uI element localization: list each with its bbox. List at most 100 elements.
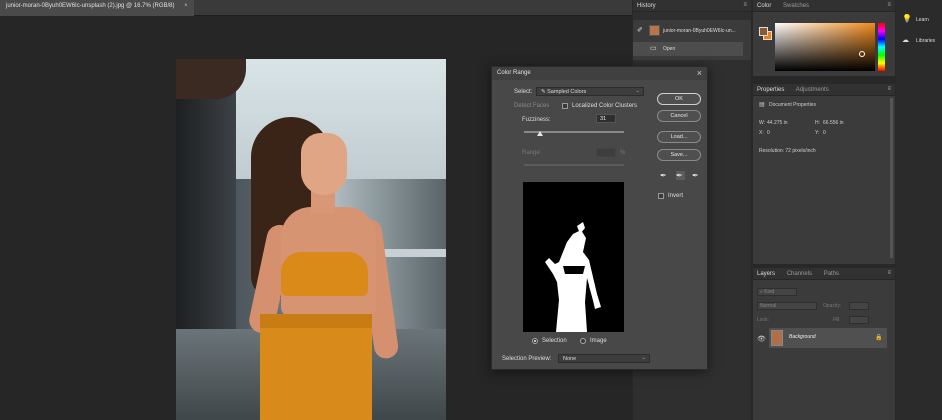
history-list: ✐ junior-moran-0Byuh0EW6Ic-un... ▭ Open (633, 20, 751, 60)
tab-adjustments[interactable]: Adjustments (796, 87, 829, 93)
photo-orange-top (281, 252, 368, 296)
height-value[interactable]: 66.556 in (823, 120, 844, 126)
open-step-label: Open (663, 46, 676, 52)
cancel-button[interactable]: Cancel (657, 110, 701, 122)
photo-face (301, 133, 347, 195)
select-dropdown[interactable]: ✎ Sampled Colors ⌄ (536, 87, 644, 96)
resolution-text: Resolution: 72 pixels/inch (759, 148, 816, 154)
history-panel-header: History ≡ (633, 0, 751, 12)
image-radio-label: Image (590, 338, 607, 344)
tab-layers[interactable]: Layers (757, 271, 775, 277)
range-unit: % (620, 150, 626, 156)
fill-field[interactable] (849, 316, 869, 324)
save-button[interactable]: Save... (657, 149, 701, 161)
blend-mode-value: Normal (760, 303, 777, 309)
libraries-label[interactable]: Libraries (916, 38, 935, 44)
photo-orange-pants (260, 314, 372, 420)
panel-menu-icon[interactable]: ≡ (743, 2, 747, 8)
select-value: Sampled Colors (547, 89, 587, 95)
selection-mask-svg (545, 222, 601, 332)
history-snapshot[interactable]: ✐ junior-moran-0Byuh0EW6Ic-un... (633, 24, 743, 38)
layer-name: Background (789, 334, 816, 340)
close-icon[interactable]: × (697, 68, 702, 78)
tab-color[interactable]: Color (757, 3, 771, 9)
range-field[interactable] (596, 148, 616, 157)
document-icon: ▤ (759, 102, 765, 108)
color-panel: Color Swatches ≡ (753, 0, 895, 76)
color-picker-field[interactable] (775, 23, 875, 71)
layer-row-background[interactable]: Background 🔒 (769, 328, 887, 348)
scrollbar[interactable] (890, 98, 893, 258)
learn-label[interactable]: Learn (916, 17, 929, 23)
document-tab-bar: junior-moran-0Byuh0EW6Ic-unsplash (2).jp… (0, 0, 632, 16)
document-tab-title: junior-moran-0Byuh0EW6Ic-unsplash (2).jp… (6, 3, 175, 9)
invert-checkbox[interactable] (658, 193, 664, 199)
hue-slider[interactable] (878, 23, 885, 71)
fuzziness-slider-thumb[interactable] (536, 131, 543, 136)
range-label: Range: (522, 150, 542, 156)
image-radio[interactable] (580, 338, 586, 344)
panel-menu-icon[interactable]: ≡ (887, 2, 891, 8)
width-value[interactable]: 44.275 in (767, 120, 788, 126)
localized-clusters-checkbox[interactable] (562, 103, 568, 109)
selection-preview-image (523, 182, 624, 332)
dialog-title: Color Range (497, 70, 531, 76)
chevron-down-icon: ⌄ (635, 88, 640, 94)
eyedropper-icon: ✎ (541, 89, 546, 95)
selection-radio-label: Selection (542, 338, 567, 344)
dialog-titlebar[interactable]: Color Range × (492, 67, 707, 80)
height-label: H: (815, 120, 820, 126)
libraries-icon[interactable]: ☁ (902, 36, 909, 44)
foreground-color-swatch[interactable] (759, 27, 768, 36)
kind-placeholder: Kind (764, 289, 775, 295)
color-panel-header: Color Swatches ≡ (753, 0, 895, 12)
right-panel-strip: 💡 Learn ☁ Libraries (896, 0, 942, 420)
blend-mode-select[interactable]: Normal (757, 302, 817, 310)
load-button[interactable]: Load... (657, 131, 701, 143)
panel-menu-icon[interactable]: ≡ (887, 270, 891, 276)
snapshot-label: junior-moran-0Byuh0EW6Ic-un... (663, 28, 736, 34)
tab-channels[interactable]: Channels (787, 271, 812, 277)
fuzziness-field[interactable]: 31 (596, 114, 616, 123)
opacity-label: Opacity: (823, 303, 842, 309)
invert-label: Invert (668, 193, 684, 199)
layers-panel-header: Layers Channels Paths ≡ (753, 268, 895, 280)
ok-button[interactable]: OK (657, 93, 701, 105)
visibility-eye-icon[interactable]: 👁 (757, 335, 766, 343)
tab-paths[interactable]: Paths (824, 271, 839, 277)
range-slider-track (524, 164, 624, 166)
photo-waistband (260, 314, 372, 328)
tab-properties[interactable]: Properties (757, 87, 784, 93)
eyedropper-icon[interactable]: ✒ (660, 171, 669, 180)
brush-source-icon[interactable]: ✐ (637, 26, 643, 34)
y-value[interactable]: 0 (823, 130, 826, 136)
layers-panel: Layers Channels Paths ≡ ⌕ Kind Normal Op… (753, 268, 895, 420)
history-tab[interactable]: History (637, 3, 656, 9)
selection-preview-label: Selection Preview: (502, 356, 552, 362)
eyedropper-minus-icon[interactable]: ✒ (692, 171, 701, 180)
opacity-field[interactable] (849, 302, 869, 310)
chevron-down-icon: ⌄ (641, 355, 646, 361)
learn-icon[interactable]: 💡 (902, 14, 912, 23)
picker-cursor-icon (859, 51, 865, 57)
properties-panel: Properties Adjustments ≡ ▤ Document Prop… (753, 84, 895, 264)
properties-panel-header: Properties Adjustments ≡ (753, 84, 895, 96)
fill-label: Fill: (833, 317, 841, 323)
document-tab[interactable]: junior-moran-0Byuh0EW6Ic-unsplash (2).jp… (0, 0, 194, 16)
panel-menu-icon[interactable]: ≡ (887, 86, 891, 92)
select-label: Select: (514, 89, 533, 95)
width-label: W: (759, 120, 766, 126)
tab-swatches[interactable]: Swatches (783, 3, 809, 9)
fuzziness-label: Fuzziness: (522, 117, 551, 123)
layer-filter-kind[interactable]: ⌕ Kind (757, 288, 797, 296)
eyedropper-plus-icon[interactable]: ✒ (676, 171, 685, 180)
selection-preview-dropdown[interactable]: None ⌄ (558, 354, 650, 363)
color-range-dialog: Color Range × Select: ✎ Sampled Colors ⌄… (491, 66, 708, 370)
document-properties-label: Document Properties (769, 102, 816, 108)
selection-radio[interactable] (532, 338, 538, 344)
document-image[interactable] (176, 59, 446, 420)
x-value[interactable]: 0 (767, 130, 770, 136)
history-step-open[interactable]: ▭ Open (633, 42, 743, 56)
close-tab-icon[interactable]: × (184, 3, 188, 9)
fuzziness-value: 31 (600, 116, 607, 122)
